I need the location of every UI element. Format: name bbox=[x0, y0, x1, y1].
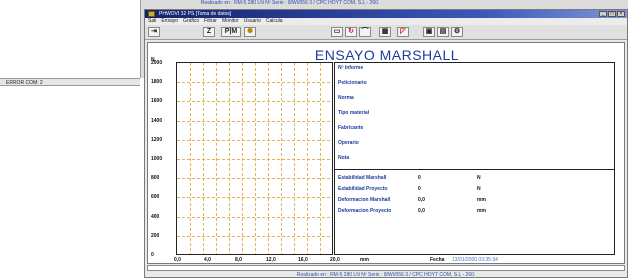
menu-bar: Sali Ensayo Gráfico Filtrar Monitor Usua… bbox=[145, 18, 627, 25]
x-axis-unit: mm bbox=[360, 257, 369, 263]
report-title: ENSAYO MARSHALL bbox=[314, 47, 460, 63]
x-tick: 12,0 bbox=[266, 257, 276, 263]
status-bar bbox=[147, 265, 625, 271]
sun-icon[interactable]: ✺ bbox=[244, 27, 256, 37]
result-label: Estabilidad Proyecto bbox=[338, 186, 388, 192]
y-tick: 1400 bbox=[151, 118, 163, 124]
result-unit: N bbox=[477, 186, 481, 192]
x-tick: 4,0 bbox=[204, 257, 211, 263]
y-tick: 1000 bbox=[151, 156, 163, 162]
close-button[interactable]: × bbox=[617, 11, 625, 17]
x-tick: 8,0 bbox=[235, 257, 242, 263]
result-value: 0,0 bbox=[418, 208, 425, 214]
menu-item-monitor[interactable]: Monitor bbox=[222, 18, 239, 25]
result-label: Deformacion Proyecto bbox=[338, 208, 392, 214]
window-title: PHWOVI 32 PS [Toma de datos] bbox=[159, 11, 232, 17]
field-label: Operario bbox=[338, 140, 359, 146]
minimize-button[interactable]: _ bbox=[599, 11, 607, 17]
footer-text: Realizado en : RM-5 280 LN Nº Serie : 8/… bbox=[296, 272, 476, 278]
curve-icon[interactable]: ⌒ bbox=[359, 27, 371, 37]
report-sheet: ENSAYO MARSHALL N 2000 1800 1600 1400 12… bbox=[147, 42, 625, 264]
result-value: 0 bbox=[418, 186, 421, 192]
y-tick: 200 bbox=[151, 233, 160, 239]
title-bar: PHWOVI 32 PS [Toma de datos] _ □ × bbox=[145, 10, 627, 18]
exit-door-icon[interactable]: ⇥ bbox=[148, 27, 160, 37]
main-window: PHWOVI 32 PS [Toma de datos] _ □ × Sali … bbox=[144, 9, 628, 278]
settings-icon[interactable]: ⚙ bbox=[451, 27, 463, 37]
menu-item-sali[interactable]: Sali bbox=[148, 18, 156, 25]
menu-item-usuario[interactable]: Usuario bbox=[244, 18, 261, 25]
y-tick: 0 bbox=[151, 252, 154, 258]
document-icon[interactable]: ▭ bbox=[331, 27, 343, 37]
y-tick: 2000 bbox=[151, 60, 163, 66]
result-unit: mm bbox=[477, 197, 486, 203]
graph-red-icon[interactable]: ◸ bbox=[397, 27, 409, 37]
zero-button[interactable]: Z bbox=[203, 27, 215, 37]
x-tick: 20,0 bbox=[330, 257, 340, 263]
save-icon[interactable]: ▣ bbox=[423, 27, 435, 37]
maximize-button[interactable]: □ bbox=[608, 11, 616, 17]
y-tick: 1800 bbox=[151, 79, 163, 85]
background-panel bbox=[0, 0, 141, 78]
plot-area bbox=[176, 62, 333, 255]
x-tick: 0,0 bbox=[174, 257, 181, 263]
result-value: 0,0 bbox=[418, 197, 425, 203]
y-tick: 400 bbox=[151, 214, 160, 220]
background-footer: Realizado en : RM-5 280 LN Nº Serie : 8/… bbox=[200, 0, 380, 6]
menu-item-filtrar[interactable]: Filtrar bbox=[204, 18, 217, 25]
menu-item-ensayo[interactable]: Ensayo bbox=[161, 18, 178, 25]
chart-icon[interactable]: ▦ bbox=[379, 27, 391, 37]
field-label: Fabricante bbox=[338, 125, 364, 131]
field-label: Peticionario bbox=[338, 80, 367, 86]
field-label: Norma bbox=[338, 95, 354, 101]
x-tick: 16,0 bbox=[298, 257, 308, 263]
menu-item-grafico[interactable]: Gráfico bbox=[183, 18, 199, 25]
result-label: Deformacion Marshall bbox=[338, 197, 391, 203]
field-label: Nº Informe bbox=[338, 65, 364, 71]
app-icon bbox=[148, 11, 155, 17]
field-label: Tipo material bbox=[338, 110, 370, 116]
result-label: Estabilidad Marshall bbox=[338, 175, 387, 181]
toolbar: ⇥ Z P|M ✺ ▭ ↻ ⌒ ▦ ◸ ▣ ▤ ⚙ bbox=[145, 25, 627, 40]
background-status-bar: ERROR COM: 2 bbox=[0, 78, 140, 86]
date-value: 13/01/2000 03:35:34 bbox=[452, 257, 498, 263]
y-tick: 800 bbox=[151, 175, 160, 181]
window-controls: _ □ × bbox=[599, 11, 625, 17]
refresh-icon[interactable]: ↻ bbox=[345, 27, 357, 37]
y-tick: 600 bbox=[151, 194, 160, 200]
result-value: 0 bbox=[418, 175, 421, 181]
result-unit: N bbox=[477, 175, 481, 181]
info-box: Nº Informe Peticionario Norma Tipo mater… bbox=[334, 62, 615, 255]
print-icon[interactable]: ▤ bbox=[437, 27, 449, 37]
result-unit: mm bbox=[477, 208, 486, 214]
y-tick: 1200 bbox=[151, 137, 163, 143]
sample-info: Nº Informe Peticionario Norma Tipo mater… bbox=[335, 63, 614, 170]
play-pause-button[interactable]: P|M bbox=[221, 27, 241, 37]
y-tick: 1600 bbox=[151, 98, 163, 104]
menu-item-calcula[interactable]: Calcula bbox=[266, 18, 283, 25]
field-label: Nota bbox=[338, 155, 350, 161]
date-label: Fecha bbox=[430, 257, 445, 263]
